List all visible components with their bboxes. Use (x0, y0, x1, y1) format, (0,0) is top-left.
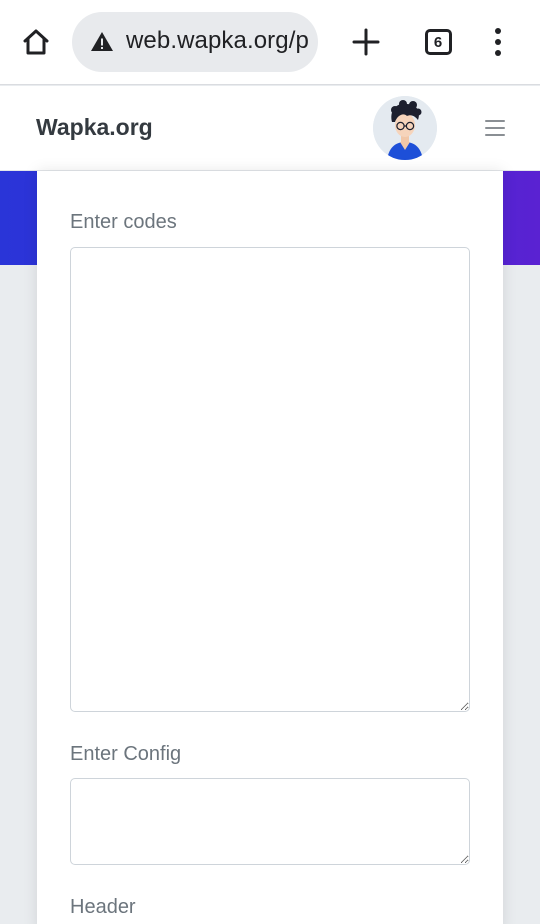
home-icon (23, 29, 49, 55)
codes-textarea[interactable] (70, 247, 470, 712)
more-vert-icon (495, 28, 501, 56)
new-tab-plus-icon (352, 28, 380, 56)
hamburger-line (485, 120, 505, 122)
hamburger-line (485, 134, 505, 136)
site-brand-link[interactable]: Wapka.org (36, 114, 153, 141)
tab-switcher-icon: 6 (424, 29, 452, 55)
hamburger-line (485, 127, 505, 129)
nav-menu-toggle[interactable] (482, 117, 508, 139)
header-label: Header (70, 896, 136, 918)
user-avatar[interactable] (373, 96, 437, 160)
browser-menu-button[interactable] (476, 20, 520, 64)
browser-toolbar: web.wapka.org/p 6 (0, 0, 540, 85)
codes-label: Enter codes (70, 211, 177, 233)
new-tab-button[interactable] (344, 20, 388, 64)
address-bar[interactable]: web.wapka.org/p (72, 12, 318, 72)
site-navbar: Wapka.org (0, 86, 540, 171)
avatar-icon (373, 96, 437, 160)
not-secure-warning-icon[interactable] (90, 30, 114, 54)
config-label: Enter Config (70, 743, 182, 765)
url-text[interactable]: web.wapka.org/p (126, 27, 309, 55)
home-button[interactable] (14, 20, 58, 64)
tab-switcher-button[interactable]: 6 (416, 20, 460, 64)
editor-card: Enter codes Enter Config Header (37, 171, 503, 924)
tab-count: 6 (433, 33, 443, 51)
config-textarea[interactable] (70, 778, 470, 865)
